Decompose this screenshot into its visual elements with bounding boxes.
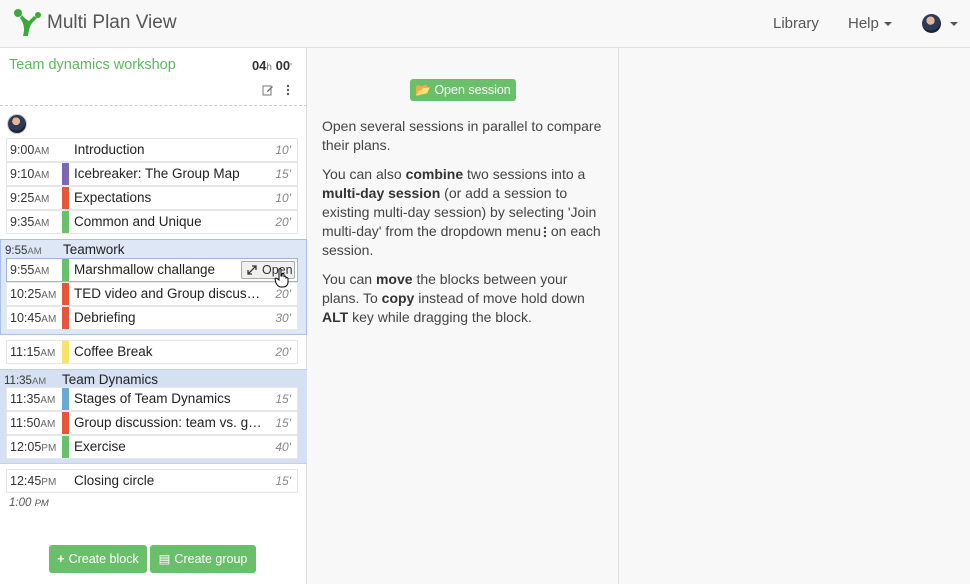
- header-divider: [0, 105, 307, 106]
- block-duration: 10': [275, 143, 291, 157]
- block-row[interactable]: 10:45AM Debriefing 30': [6, 306, 298, 330]
- nav-library-link[interactable]: Library: [773, 15, 819, 32]
- block-row[interactable]: 11:35AM Stages of Team Dynamics 15': [6, 387, 298, 411]
- plus-icon: +: [57, 552, 65, 566]
- block-name: Introduction: [74, 142, 145, 157]
- block-name: Marshmallow challange: [74, 262, 216, 277]
- block-row[interactable]: 9:35AM Common and Unique 20': [6, 210, 298, 234]
- block-color-bar: [62, 436, 69, 458]
- block-time: 12:45PM: [10, 474, 57, 488]
- block-duration: 15': [275, 474, 291, 488]
- block-name: Stages of Team Dynamics: [74, 391, 231, 406]
- block-name: Coffee Break: [74, 344, 153, 359]
- block-name: Icebreaker: The Group Map: [74, 166, 240, 181]
- group-name: Team Dynamics: [62, 372, 159, 387]
- block-color-bar: [62, 211, 69, 233]
- block-row[interactable]: 10:25AM TED video and Group discussion 2…: [6, 282, 298, 306]
- block-time: 12:05PM: [10, 440, 57, 454]
- member-avatar[interactable]: [7, 114, 27, 134]
- help-paragraph-3: You can move the blocks between your pla…: [322, 271, 585, 325]
- block-color-bar: [62, 259, 69, 281]
- block-name: Exercise: [74, 439, 126, 454]
- block-time: 9:00AM: [10, 143, 50, 157]
- block-row[interactable]: 12:05PM Exercise 40': [6, 435, 298, 459]
- create-block-label: Create block: [68, 552, 139, 566]
- block-time: 10:25AM: [10, 287, 57, 301]
- block-row[interactable]: 12:45PM Closing circle 15': [6, 469, 298, 493]
- block-time: 11:35AM: [10, 392, 56, 406]
- group-time: 11:35AM: [4, 375, 47, 387]
- session-end-time: 1:00 PM: [9, 497, 49, 509]
- block-duration: 15': [275, 416, 291, 430]
- block-name: Group discussion: team vs. group: [74, 415, 264, 430]
- block-duration: 40': [275, 440, 291, 454]
- block-name: Expectations: [74, 190, 152, 205]
- block-duration: 30': [275, 311, 291, 325]
- block-time: 9:35AM: [10, 215, 50, 229]
- block-row[interactable]: 9:00AM Introduction 10': [6, 138, 298, 162]
- group-time: 9:55AM: [5, 245, 42, 257]
- block-duration: 15': [275, 392, 291, 406]
- block-time: 11:15AM: [10, 345, 56, 359]
- block-name: Common and Unique: [74, 214, 202, 229]
- block-color-bar: [62, 283, 69, 305]
- block-duration: 20': [275, 287, 291, 301]
- block-duration: 10': [275, 191, 291, 205]
- block-time: 9:10AM: [10, 167, 50, 181]
- block-name: Closing circle: [74, 473, 155, 488]
- app-logo-icon[interactable]: [10, 6, 44, 40]
- expand-icon: [247, 265, 257, 275]
- nav-help-label: Help: [848, 15, 879, 32]
- block-color-bar: [62, 139, 69, 161]
- top-navbar: Multi Plan View Library Help: [0, 0, 970, 48]
- open-session-label: Open session: [434, 83, 511, 97]
- block-color-bar: [62, 163, 69, 185]
- chevron-down-icon: [883, 22, 892, 27]
- block-row[interactable]: 11:50AM Group discussion: team vs. group…: [6, 411, 298, 435]
- block-duration: 20': [275, 215, 291, 229]
- block-row[interactable]: 9:10AM Icebreaker: The Group Map 15': [6, 162, 298, 186]
- help-paragraph-2: You can also combine two sessions into a…: [322, 166, 601, 258]
- create-block-button[interactable]: + Create block: [49, 545, 147, 573]
- open-session-column: 📂 Open session Open several sessions in …: [307, 48, 619, 584]
- group-name: Teamwork: [63, 242, 125, 257]
- block-row[interactable]: 9:25AM Expectations 10': [6, 186, 298, 210]
- block-color-bar: [62, 307, 69, 329]
- block-name: TED video and Group discussion: [74, 286, 264, 301]
- block-color-bar: [62, 470, 69, 492]
- app-title: Multi Plan View: [47, 12, 177, 33]
- block-color-bar: [62, 187, 69, 209]
- help-paragraph-1: Open several sessions in parallel to com…: [322, 118, 602, 153]
- user-avatar[interactable]: [922, 14, 941, 33]
- folder-open-icon: 📂: [415, 83, 431, 97]
- block-color-bar: [62, 388, 69, 410]
- hand-cursor-icon: [274, 268, 289, 288]
- empty-session-column: [619, 48, 970, 584]
- session-plan-column: Team dynamics workshop 04h 00' 9:00AM In…: [0, 48, 307, 584]
- nav-help-dropdown[interactable]: Help: [848, 15, 892, 32]
- edit-icon[interactable]: [262, 84, 274, 96]
- block-time: 11:50AM: [10, 416, 56, 430]
- block-color-bar: [62, 341, 69, 363]
- block-duration: 15': [275, 167, 291, 181]
- list-icon: ▤: [158, 552, 171, 566]
- block-duration: 20': [275, 345, 291, 359]
- session-duration: 04h 00': [251, 58, 292, 73]
- user-menu-chevron-icon[interactable]: [950, 22, 958, 26]
- create-group-label: Create group: [174, 552, 248, 566]
- session-menu-kebab-icon[interactable]: [285, 84, 291, 96]
- block-time: 9:25AM: [10, 191, 50, 205]
- block-row[interactable]: 9:55AM Marshmallow challange Open: [6, 258, 298, 282]
- block-time: 9:55AM: [10, 263, 50, 277]
- block-color-bar: [62, 412, 69, 434]
- block-time: 10:45AM: [10, 311, 57, 325]
- block-row[interactable]: 11:15AM Coffee Break 20': [6, 340, 298, 364]
- session-title[interactable]: Team dynamics workshop: [9, 57, 176, 73]
- open-session-button[interactable]: 📂 Open session: [410, 79, 516, 101]
- create-group-button[interactable]: ▤ Create group: [150, 545, 256, 573]
- block-name: Debriefing: [74, 310, 136, 325]
